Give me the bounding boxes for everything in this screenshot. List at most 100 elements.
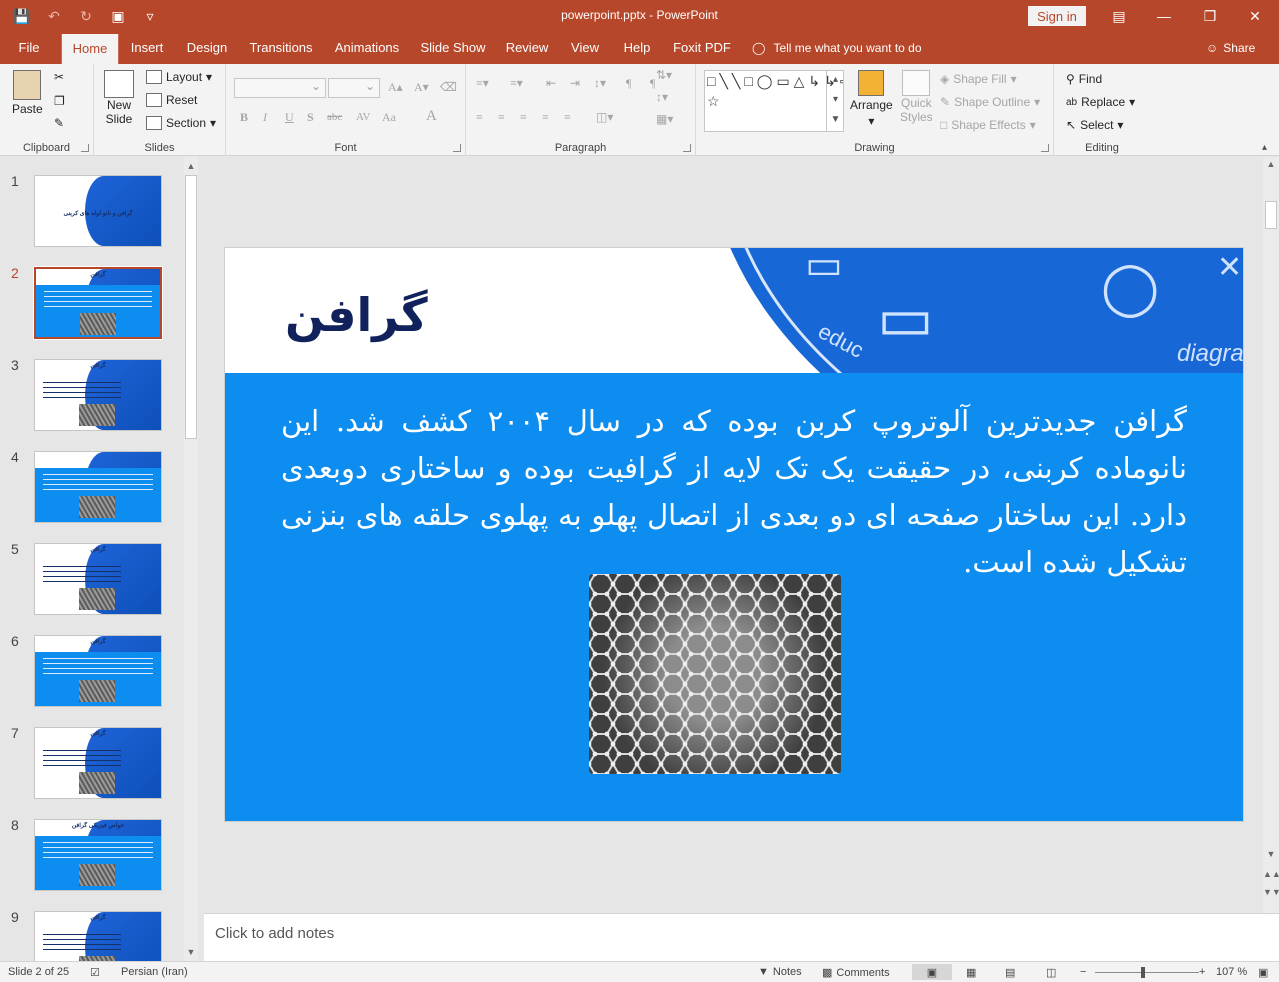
find-button[interactable]: ⚲ Find — [1066, 72, 1102, 86]
scroll-up-icon[interactable]: ▲ — [184, 159, 198, 173]
zoom-level[interactable]: 107 % — [1216, 966, 1247, 978]
minimize-button[interactable]: — — [1141, 4, 1187, 28]
zoom-in-button[interactable]: + — [1199, 966, 1205, 978]
notes-pane[interactable]: Click to add notes — [204, 913, 1279, 961]
slide-thumbnail[interactable]: گرافن — [34, 727, 162, 799]
format-painter-icon[interactable]: ✎ — [54, 116, 64, 130]
new-slide-button[interactable]: New Slide — [104, 70, 134, 126]
ribbon-display-options-icon[interactable]: ▤ — [1096, 4, 1142, 28]
slide-thumbnail[interactable]: گرافن — [34, 543, 162, 615]
tab-slide-show[interactable]: Slide Show — [416, 32, 490, 64]
tab-help[interactable]: Help — [616, 32, 658, 64]
slide-canvas[interactable]: ◯ ▭ ▭ educ diagra ✕ گرافن گرافن جدیدترین… — [224, 247, 1244, 822]
slide-show-button[interactable]: ◫ — [1046, 966, 1056, 979]
decrease-indent-icon[interactable]: ⇤ — [546, 76, 556, 91]
sign-in-button[interactable]: Sign in — [1028, 6, 1086, 26]
slide-thumbnail[interactable]: خواص فیزیکی گرافن — [34, 819, 162, 891]
clear-formatting-icon[interactable]: ⌫ — [440, 80, 457, 95]
thumbnail-scrollbar[interactable]: ▲ ▼ — [184, 157, 198, 961]
tab-file[interactable]: File — [10, 32, 48, 64]
italic-button[interactable]: I — [263, 110, 267, 125]
slide-thumbnail[interactable]: گرافن — [34, 359, 162, 431]
tab-design[interactable]: Design — [180, 32, 234, 64]
tab-transitions[interactable]: Transitions — [244, 32, 318, 64]
tab-animations[interactable]: Animations — [328, 32, 406, 64]
reading-view-button[interactable]: ▤ — [1005, 966, 1015, 979]
font-name-combo[interactable] — [234, 78, 326, 98]
slide-title[interactable]: گرافن — [285, 288, 428, 342]
shapes-more-icon[interactable]: ▴ ▾ ▼ — [826, 70, 844, 132]
zoom-out-button[interactable]: − — [1080, 966, 1086, 978]
slide-sorter-button[interactable]: ▦ — [966, 966, 976, 979]
maximize-button[interactable]: ❐ — [1187, 4, 1233, 28]
layout-button[interactable]: Layout ▾ — [146, 70, 212, 84]
select-button[interactable]: ↖ Select ▾ — [1066, 118, 1123, 132]
fit-slide-icon[interactable]: ▣ — [1258, 966, 1268, 979]
align-right-icon[interactable]: ≡ — [520, 110, 527, 125]
shape-fill-button[interactable]: ◈ Shape Fill ▾ — [940, 72, 1017, 86]
close-button[interactable]: ✕ — [1232, 4, 1278, 28]
collapse-ribbon-icon[interactable]: ▴ — [1262, 142, 1267, 153]
notes-toggle-button[interactable]: ▼ Notes — [758, 966, 802, 978]
editor-scroll-thumb[interactable] — [1265, 201, 1277, 229]
distributed-icon[interactable]: ≡ — [564, 110, 571, 125]
reset-button[interactable]: Reset — [146, 93, 197, 107]
numbering-icon[interactable]: ≡▾ — [510, 76, 523, 91]
quick-styles-button[interactable]: Quick Styles — [900, 70, 933, 124]
spell-check-icon[interactable]: ☑ — [90, 966, 100, 979]
font-size-combo[interactable] — [328, 78, 380, 98]
text-direction-icon[interactable]: ⇅▾ — [656, 68, 672, 83]
shadow-s-button[interactable]: S — [307, 110, 314, 125]
drawing-launcher[interactable] — [1041, 144, 1049, 152]
tab-review[interactable]: Review — [500, 32, 554, 64]
strikethrough-button[interactable]: abc — [327, 111, 342, 123]
font-color-button[interactable]: A — [426, 108, 437, 125]
paste-button[interactable]: Paste — [12, 70, 43, 116]
replace-button[interactable]: ab Replace ▾ — [1066, 95, 1135, 109]
slide-thumbnail[interactable]: گرافن — [33, 266, 163, 340]
paragraph-launcher[interactable] — [683, 144, 691, 152]
zoom-slider-track[interactable] — [1095, 972, 1199, 973]
align-left-icon[interactable]: ≡ — [476, 110, 483, 125]
previous-slide-icon[interactable]: ▲▲ — [1263, 867, 1279, 881]
share-button[interactable]: ☺ Share — [1206, 32, 1255, 64]
tab-foxit-pdf[interactable]: Foxit PDF — [668, 32, 736, 64]
justify-icon[interactable]: ≡ — [542, 110, 549, 125]
slide-thumbnail[interactable]: گرافن — [34, 911, 162, 961]
clipboard-launcher[interactable] — [81, 144, 89, 152]
tell-me-search[interactable]: ◯ Tell me what you want to do — [752, 32, 922, 64]
copy-icon[interactable]: ❐ — [54, 94, 65, 108]
normal-view-button[interactable]: ▣ — [912, 964, 952, 980]
cut-icon[interactable]: ✂ — [54, 70, 64, 84]
scroll-up-icon[interactable]: ▲ — [1263, 157, 1279, 171]
scroll-down-icon[interactable]: ▼ — [1263, 847, 1279, 861]
slide-thumbnail[interactable]: گرافن و نانو لوله های کربنی — [34, 175, 162, 247]
slide-body-text[interactable]: گرافن جدیدترین آلوتروپ کربن بوده که در س… — [281, 398, 1187, 586]
thumbnail-scroll-thumb[interactable] — [185, 175, 197, 439]
line-spacing-icon[interactable]: ↕▾ — [594, 76, 606, 91]
arrange-button[interactable]: Arrange ▾ — [850, 70, 893, 128]
character-spacing-button[interactable]: AV — [356, 111, 370, 123]
smartart-icon[interactable]: ▦▾ — [656, 112, 673, 127]
section-button[interactable]: Section ▾ — [146, 116, 216, 130]
scroll-down-icon[interactable]: ▼ — [184, 945, 198, 959]
font-launcher[interactable] — [453, 144, 461, 152]
language-indicator[interactable]: Persian (Iran) — [121, 966, 188, 978]
graphene-lattice-image[interactable] — [589, 574, 841, 774]
columns-icon[interactable]: ◫▾ — [596, 110, 613, 125]
comments-button[interactable]: ▩ Comments — [822, 966, 890, 980]
increase-font-icon[interactable]: A▴ — [388, 80, 403, 95]
slide-thumbnail[interactable] — [34, 451, 162, 523]
shape-outline-button[interactable]: ✎ Shape Outline ▾ — [940, 95, 1040, 109]
decrease-font-icon[interactable]: A▾ — [414, 80, 429, 95]
tab-insert[interactable]: Insert — [124, 32, 170, 64]
slide-thumbnail[interactable]: گرافن — [34, 635, 162, 707]
increase-indent-icon[interactable]: ⇥ — [570, 76, 580, 91]
align-text-icon[interactable]: ↕▾ — [656, 90, 668, 105]
shapes-gallery[interactable]: □╲╲□◯▭△↳↳⇨⇩◯♥↷↷{}☆ — [704, 70, 844, 132]
bullets-icon[interactable]: ≡▾ — [476, 76, 489, 91]
change-case-button[interactable]: Aa — [382, 110, 396, 125]
align-center-icon[interactable]: ≡ — [498, 110, 505, 125]
tab-home[interactable]: Home — [61, 34, 119, 64]
ltr-icon[interactable]: ¶ — [650, 76, 655, 91]
